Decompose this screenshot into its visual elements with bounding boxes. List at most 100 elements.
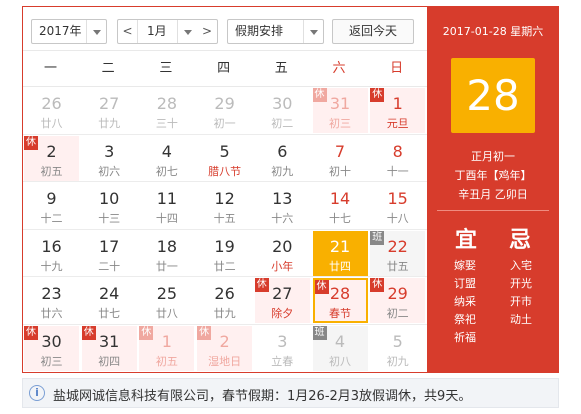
day-number: 23	[41, 284, 62, 303]
year-select[interactable]: 2017年	[31, 19, 107, 44]
day-cell[interactable]: 26 廿八	[24, 88, 79, 133]
prev-month-button[interactable]: <	[118, 20, 138, 43]
day-cell[interactable]: 3 立春	[255, 326, 310, 371]
day-cell[interactable]: 16 十九	[24, 231, 79, 276]
day-number: 8	[392, 141, 403, 161]
holiday-notice: i 盐城网诚信息科技有限公司，春节假期：1月26-2月3放假调休，共9天。	[22, 378, 559, 408]
day-cell[interactable]: 18 廿一	[139, 231, 194, 276]
day-cell[interactable]: 30 初二	[255, 88, 310, 133]
day-cell[interactable]: 5 腊八节	[197, 136, 252, 181]
day-cell[interactable]: 15 十八	[370, 183, 425, 228]
lunar-year: 丁酉年【鸡年】	[454, 169, 532, 182]
day-cell[interactable]: 休 1 元旦	[370, 88, 426, 133]
lunar-label: 廿九	[213, 307, 236, 320]
day-cell[interactable]: 休 27 除夕	[254, 278, 310, 323]
lunar-label: 廿四	[329, 259, 351, 273]
lunar-label: 廿五	[386, 259, 409, 273]
day-cell[interactable]: 28 三十	[139, 88, 194, 133]
day-cell[interactable]: 休 2 初五	[24, 135, 79, 181]
day-cell[interactable]: 13 十六	[255, 183, 310, 228]
lunar-label: 初六	[98, 164, 121, 178]
day-cell[interactable]: 休 1 初五	[139, 325, 195, 371]
day-cell[interactable]: 25 廿八	[139, 278, 194, 323]
day-number: 13	[272, 189, 293, 208]
lunar-label: 初二	[386, 307, 409, 320]
yi-item: 订盟	[454, 277, 476, 290]
row-divider	[23, 181, 427, 182]
chevron-down-icon[interactable]	[177, 20, 197, 43]
day-cell[interactable]: 24 廿七	[82, 278, 137, 323]
month-select-value[interactable]: 1月	[147, 20, 167, 43]
day-number: 28	[329, 284, 351, 303]
lunar-label: 元旦	[386, 117, 409, 130]
lunar-label: 初九	[386, 354, 409, 368]
day-number: 9	[46, 189, 57, 208]
day-cell[interactable]: 7 初十	[313, 136, 368, 181]
day-number: 5	[219, 141, 230, 161]
day-number: 14	[329, 189, 351, 208]
weekday-label: 日	[390, 61, 404, 76]
lunar-label: 廿一	[155, 259, 178, 273]
day-cell[interactable]: 27 廿九	[82, 88, 137, 133]
lunar-label: 廿七	[98, 307, 121, 320]
day-cell[interactable]: 休 28 春节	[312, 278, 368, 323]
day-cell[interactable]: 休 31 初三	[312, 88, 368, 133]
day-cell[interactable]: 6 初九	[255, 136, 310, 181]
row-divider	[23, 323, 427, 325]
lunar-label: 廿二	[213, 259, 236, 273]
day-cell[interactable]: 29 初一	[197, 88, 252, 133]
day-cell[interactable]: 23 廿六	[24, 278, 79, 323]
day-number: 29	[387, 284, 408, 303]
day-cell[interactable]: 20 小年	[255, 231, 310, 276]
day-cell[interactable]: 19 廿二	[197, 231, 252, 276]
day-cell[interactable]: 9 十二	[24, 183, 79, 228]
day-cell[interactable]: 12 十五	[197, 183, 252, 228]
lunar-label: 小年	[271, 259, 294, 273]
weekday-label: 一	[43, 61, 57, 76]
selected-date-title: 2017-01-28 星期六	[442, 25, 544, 38]
weekday-header: 一二三四五六日	[23, 50, 427, 87]
day-cell[interactable]: 17 二十	[82, 231, 137, 276]
day-cell[interactable]: 8 十一	[370, 136, 425, 181]
yi-item: 祭祀	[454, 313, 476, 326]
row-divider	[23, 228, 427, 230]
day-cell[interactable]: 班 22 廿五	[370, 230, 426, 276]
day-cell[interactable]: 10 十三	[82, 183, 137, 228]
lunar-date: 正月初一	[471, 150, 515, 163]
day-cell[interactable]: 休 2 湿地日	[197, 325, 253, 371]
day-cell[interactable]: 休 31 初四	[81, 325, 137, 371]
day-cell[interactable]: 班 4 初八	[312, 325, 368, 371]
day-cell[interactable]: 26 廿九	[197, 278, 252, 323]
weekday-label: 五	[274, 61, 288, 76]
lunar-label: 除夕	[271, 307, 294, 320]
lunar-label: 初三	[329, 117, 351, 130]
chevron-down-icon	[86, 20, 106, 43]
day-number: 28	[156, 94, 178, 113]
day-number: 21	[329, 236, 351, 256]
day-cell[interactable]: 3 初六	[82, 136, 137, 181]
chevron-down-icon	[303, 20, 323, 43]
day-cell[interactable]: 休 30 初三	[24, 325, 79, 371]
day-cell[interactable]: 4 初七	[139, 136, 194, 181]
lunar-label: 十三	[98, 212, 121, 225]
day-number: 12	[214, 189, 235, 208]
day-cell[interactable]: 11 十四	[139, 183, 194, 228]
lunar-label: 二十	[98, 259, 121, 273]
back-to-today-button[interactable]: 返回今天	[332, 19, 414, 44]
day-number: 30	[41, 331, 62, 351]
day-number: 30	[272, 94, 293, 113]
day-cell[interactable]: 休 29 初二	[370, 278, 426, 323]
lunar-label: 初二	[271, 117, 294, 130]
holiday-select[interactable]: 假期安排	[227, 19, 324, 44]
day-number: 5	[392, 331, 403, 351]
next-month-button[interactable]: >	[197, 20, 217, 43]
weekday-label: 六	[332, 61, 346, 76]
day-number: 1	[161, 331, 172, 351]
day-cell[interactable]: 14 十七	[313, 183, 368, 228]
lunar-label: 立春	[271, 354, 294, 368]
month-picker: < 1月 >	[117, 19, 218, 44]
day-number: 25	[156, 284, 178, 303]
day-cell[interactable]: 5 初九	[370, 326, 425, 371]
day-cell[interactable]: 21 廿四	[312, 230, 368, 276]
lunar-label: 春节	[329, 307, 351, 320]
